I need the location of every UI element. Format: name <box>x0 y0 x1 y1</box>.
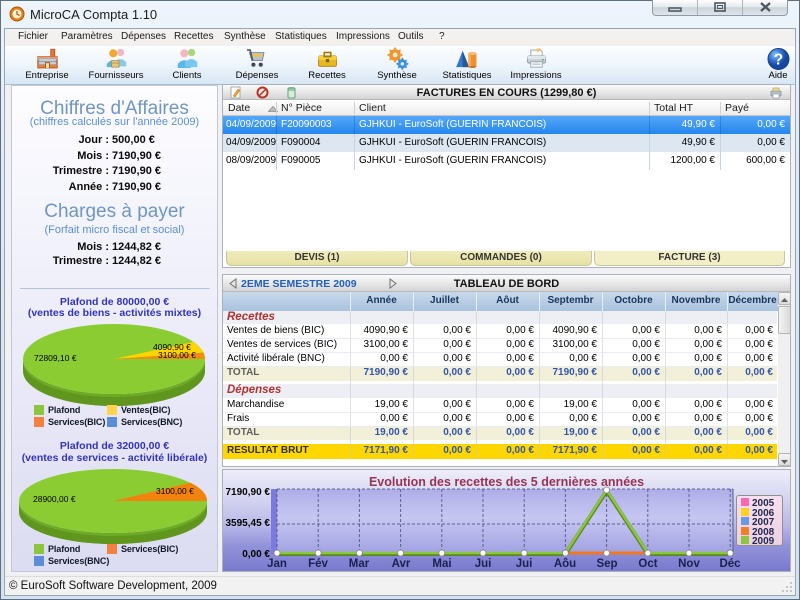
svg-text:?: ? <box>773 52 782 69</box>
